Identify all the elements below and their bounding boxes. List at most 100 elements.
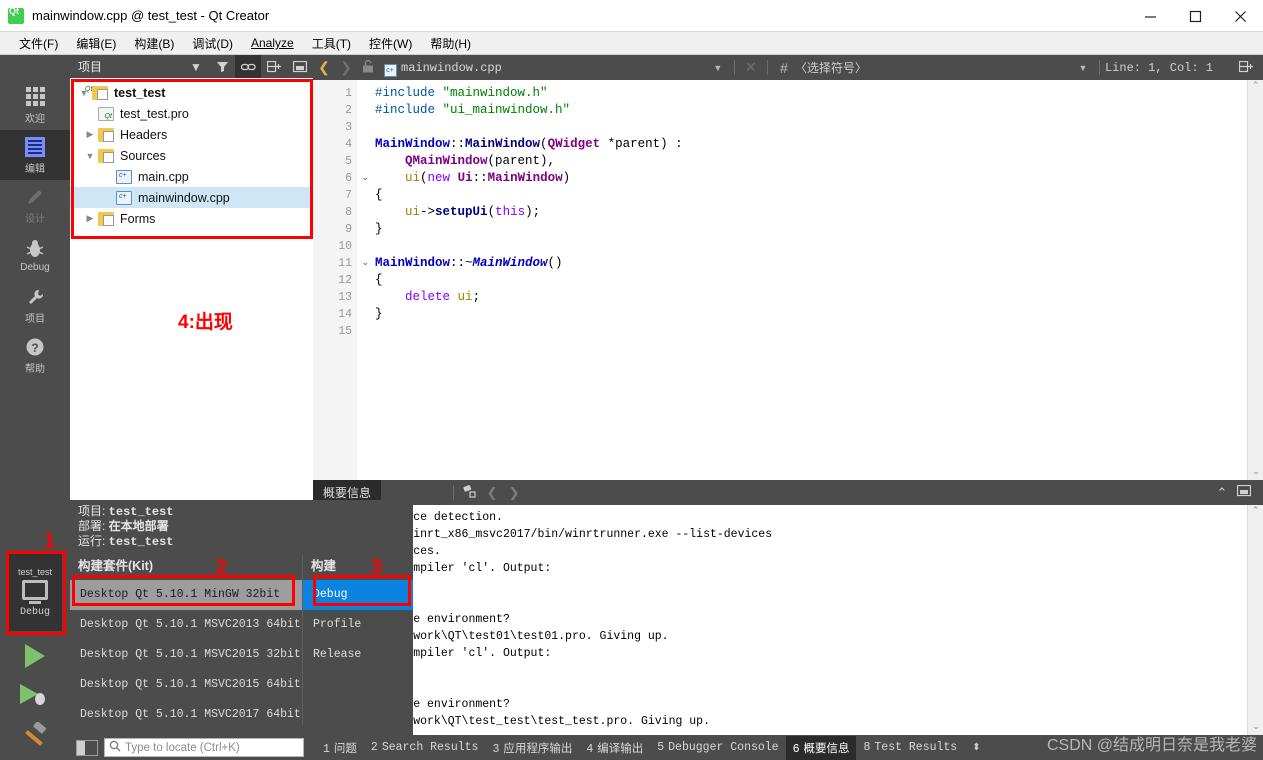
nav-back-icon[interactable]: ❮ bbox=[313, 59, 335, 76]
menu-edit[interactable]: 编辑(E) bbox=[67, 33, 125, 54]
tree-item-label: mainwindow.cpp bbox=[138, 190, 230, 205]
build-option-profile[interactable]: Profile bbox=[303, 610, 413, 640]
code-line: #include "mainwindow.h" bbox=[375, 86, 548, 100]
editor-filename[interactable]: mainwindow.cpp bbox=[401, 61, 502, 75]
sidebar-toggle-icon[interactable] bbox=[76, 739, 98, 756]
tab-application-output[interactable]: 3 应用程序输出 bbox=[485, 736, 579, 760]
minimize-button[interactable] bbox=[1128, 0, 1173, 32]
nav-forward-icon[interactable]: ❯ bbox=[335, 59, 357, 76]
project-tree: ▼ Qt test_test Qt test_test.pro ▶ h Head… bbox=[70, 78, 313, 229]
menu-widgets[interactable]: 控件(W) bbox=[360, 33, 421, 54]
symbol-dropdown-icon[interactable]: ▼ bbox=[1072, 63, 1094, 73]
kit-project-name: test_test bbox=[17, 566, 53, 577]
next-icon[interactable]: ❯ bbox=[503, 485, 525, 501]
monitor-icon bbox=[22, 577, 48, 604]
tab-compile-output[interactable]: 4 编译输出 bbox=[579, 736, 650, 760]
tree-item-label: Sources bbox=[120, 148, 166, 163]
mode-debug-label: Debug bbox=[20, 261, 50, 273]
mode-debug[interactable]: Debug bbox=[0, 230, 70, 280]
code-line: } bbox=[375, 222, 383, 236]
symbol-selector[interactable]: 〈选择符号〉 bbox=[795, 59, 867, 76]
kit-option-msvc2015-64[interactable]: Desktop Qt 5.10.1 MSVC2015 64bit bbox=[70, 670, 302, 700]
menu-help[interactable]: 帮助(H) bbox=[421, 33, 480, 54]
mode-welcome[interactable]: 欢迎 bbox=[0, 80, 70, 130]
tree-item-headers[interactable]: ▶ h Headers bbox=[70, 124, 313, 145]
run-button[interactable] bbox=[0, 636, 70, 676]
mode-design[interactable]: 设计 bbox=[0, 180, 70, 230]
tree-item-pro-file[interactable]: Qt test_test.pro bbox=[70, 103, 313, 124]
mode-edit[interactable]: 编辑 bbox=[0, 130, 70, 180]
chevron-right-icon[interactable]: ▶ bbox=[82, 129, 98, 140]
tree-item-label: test_test.pro bbox=[120, 106, 189, 121]
tab-debugger-console[interactable]: 5 Debugger Console bbox=[650, 737, 785, 758]
tree-item-sources[interactable]: ▼ c+ Sources bbox=[70, 145, 313, 166]
code-area[interactable]: 1 2 3 4 5 6 ⌄ 7 8 9 10 11 ⌄ 12 13 14 15 #include "mainwi… bbox=[313, 80, 1263, 480]
line-number: 2 bbox=[345, 104, 352, 117]
editor-vertical-scrollbar[interactable]: ⌃ ⌄ bbox=[1247, 80, 1263, 480]
prev-icon[interactable]: ❮ bbox=[481, 485, 503, 501]
tab-test-results[interactable]: 8 Test Results bbox=[856, 737, 964, 758]
qt-project-icon: Qt bbox=[85, 85, 108, 100]
kit-option-msvc2013-64[interactable]: Desktop Qt 5.10.1 MSVC2013 64bit bbox=[70, 610, 302, 640]
close-document-icon[interactable]: ✕ bbox=[740, 59, 762, 76]
panel-resize-icon[interactable]: ⬍ bbox=[964, 742, 988, 753]
sync-icon[interactable] bbox=[235, 55, 261, 78]
tree-item-test_test[interactable]: ▼ Qt test_test bbox=[70, 82, 313, 103]
kit-option-msvc2017-64[interactable]: Desktop Qt 5.10.1 MSVC2017 64bit bbox=[70, 700, 302, 730]
maximize-button[interactable] bbox=[1173, 0, 1218, 32]
code-line: { bbox=[375, 273, 383, 287]
kit-config-name: Debug bbox=[19, 606, 50, 618]
tree-item-main-cpp[interactable]: c+ main.cpp bbox=[70, 166, 313, 187]
editor-split-icon[interactable] bbox=[1235, 60, 1257, 76]
tree-item-forms[interactable]: ▶ ✎ Forms bbox=[70, 208, 313, 229]
tree-item-mainwindow-cpp[interactable]: c+ mainwindow.cpp bbox=[70, 187, 313, 208]
menu-debug[interactable]: 调试(D) bbox=[183, 33, 242, 54]
fold-toggle-icon[interactable]: ⌄ bbox=[361, 255, 369, 272]
output-panel: 概要信息 ❮ ❯ ⌃ Running Windows Runtime devic… bbox=[313, 480, 1263, 735]
kit-selector-button[interactable]: test_test Debug bbox=[8, 553, 62, 631]
kit-option-msvc2015-32[interactable]: Desktop Qt 5.10.1 MSVC2015 32bit bbox=[70, 640, 302, 670]
menu-bar: 文件(F) 编辑(E) 构建(B) 调试(D) Analyze 工具(T) 控件… bbox=[0, 32, 1263, 55]
maximize-panel-icon[interactable] bbox=[1233, 484, 1255, 500]
mode-help[interactable]: ? 帮助 bbox=[0, 330, 70, 380]
lock-open-icon[interactable] bbox=[357, 59, 379, 76]
split-icon[interactable] bbox=[261, 55, 287, 78]
source-code[interactable]: #include "mainwindow.h" #include "ui_main… bbox=[357, 80, 1263, 480]
kit-option-mingw32[interactable]: Desktop Qt 5.10.1 MinGW 32bit bbox=[70, 580, 302, 610]
output-body[interactable]: Running Windows Runtime device detection… bbox=[313, 505, 1263, 735]
chevron-down-icon[interactable]: ▼ bbox=[183, 55, 209, 78]
debug-button[interactable] bbox=[0, 676, 70, 716]
menu-tools[interactable]: 工具(T) bbox=[303, 33, 360, 54]
editor-area: ❮ ❯ c+ mainwindow.cpp ▼ ✕ # 〈选择符号〉 ▼ Lin… bbox=[313, 55, 1263, 480]
menu-file[interactable]: 文件(F) bbox=[10, 33, 67, 54]
info-deploy-value: 在本地部署 bbox=[108, 520, 169, 534]
menu-analyze[interactable]: Analyze bbox=[242, 34, 303, 52]
clear-icon[interactable] bbox=[459, 484, 481, 501]
menu-build[interactable]: 构建(B) bbox=[125, 33, 183, 54]
collapse-icon[interactable]: ⌃ bbox=[1211, 485, 1233, 501]
qt-logo-icon bbox=[8, 6, 24, 24]
scroll-down-icon[interactable]: ⌄ bbox=[1248, 466, 1263, 480]
mode-projects[interactable]: 项目 bbox=[0, 280, 70, 330]
close-button[interactable] bbox=[1218, 0, 1263, 32]
chevron-right-icon[interactable]: ▶ bbox=[82, 213, 98, 224]
tab-general-messages[interactable]: 6 概要信息 bbox=[785, 735, 857, 760]
project-panel-header: 项目 ▼ bbox=[70, 55, 313, 78]
scroll-up-icon[interactable]: ⌃ bbox=[1248, 80, 1263, 94]
locator-input[interactable]: Type to locate (Ctrl+K) bbox=[104, 738, 304, 757]
output-vertical-scrollbar[interactable]: ⌃ ⌄ bbox=[1247, 505, 1263, 735]
file-dropdown-icon[interactable]: ▼ bbox=[707, 63, 729, 73]
filter-icon[interactable] bbox=[209, 55, 235, 78]
scroll-up-icon[interactable]: ⌃ bbox=[1248, 505, 1263, 519]
build-option-debug[interactable]: Debug bbox=[303, 580, 413, 610]
tab-issues[interactable]: 1 问题 bbox=[316, 736, 364, 760]
chevron-down-icon[interactable]: ▼ bbox=[82, 151, 98, 161]
build-option-release[interactable]: Release bbox=[303, 640, 413, 670]
code-line: } bbox=[375, 307, 383, 321]
fold-toggle-icon[interactable]: ⌄ bbox=[361, 170, 369, 187]
tab-search-results[interactable]: 2 Search Results bbox=[364, 737, 486, 758]
build-button[interactable] bbox=[0, 716, 70, 756]
kit-popup-columns: 构建套件(Kit) Desktop Qt 5.10.1 MinGW 32bit … bbox=[70, 555, 413, 725]
dock-icon[interactable] bbox=[287, 55, 313, 78]
